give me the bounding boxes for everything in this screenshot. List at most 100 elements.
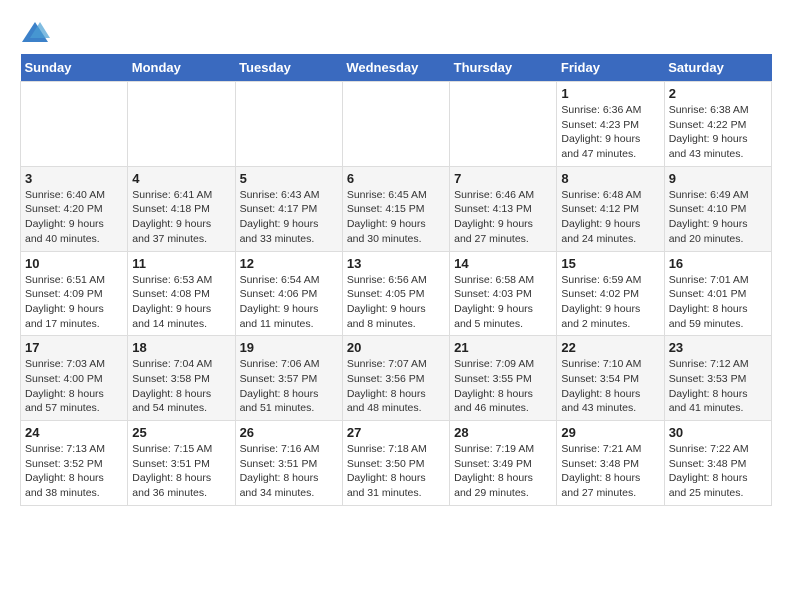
day-header-tuesday: Tuesday <box>235 54 342 82</box>
day-number: 18 <box>132 340 230 355</box>
day-info: Sunrise: 6:54 AMSunset: 4:06 PMDaylight:… <box>240 273 338 332</box>
calendar-cell: 16 Sunrise: 7:01 AMSunset: 4:01 PMDayligh… <box>664 251 771 336</box>
day-number: 4 <box>132 171 230 186</box>
calendar-cell <box>235 82 342 167</box>
day-number: 29 <box>561 425 659 440</box>
day-info: Sunrise: 6:36 AMSunset: 4:23 PMDaylight:… <box>561 103 659 162</box>
calendar-cell: 8 Sunrise: 6:48 AMSunset: 4:12 PMDaylight… <box>557 166 664 251</box>
day-info: Sunrise: 7:21 AMSunset: 3:48 PMDaylight:… <box>561 442 659 501</box>
calendar-cell: 2Sunrise: 6:38 AMSunset: 4:22 PMDaylight… <box>664 82 771 167</box>
day-info: Sunrise: 6:58 AMSunset: 4:03 PMDaylight:… <box>454 273 552 332</box>
calendar-cell: 10 Sunrise: 6:51 AMSunset: 4:09 PMDayligh… <box>21 251 128 336</box>
calendar-cell: 18 Sunrise: 7:04 AMSunset: 3:58 PMDayligh… <box>128 336 235 421</box>
calendar-header-row: SundayMondayTuesdayWednesdayThursdayFrid… <box>21 54 772 82</box>
day-number: 1 <box>561 86 659 101</box>
calendar-table: SundayMondayTuesdayWednesdayThursdayFrid… <box>20 54 772 506</box>
day-number: 6 <box>347 171 445 186</box>
week-row-5: 24 Sunrise: 7:13 AMSunset: 3:52 PMDayligh… <box>21 421 772 506</box>
day-info: Sunrise: 7:12 AMSunset: 3:53 PMDaylight:… <box>669 357 767 416</box>
day-info: Sunrise: 7:03 AMSunset: 4:00 PMDaylight:… <box>25 357 123 416</box>
day-number: 30 <box>669 425 767 440</box>
day-number: 13 <box>347 256 445 271</box>
day-number: 25 <box>132 425 230 440</box>
header <box>20 20 772 44</box>
calendar-cell: 21 Sunrise: 7:09 AMSunset: 3:55 PMDayligh… <box>450 336 557 421</box>
week-row-4: 17 Sunrise: 7:03 AMSunset: 4:00 PMDayligh… <box>21 336 772 421</box>
calendar-cell: 1 Sunrise: 6:36 AMSunset: 4:23 PMDaylight… <box>557 82 664 167</box>
day-info: Sunrise: 6:46 AMSunset: 4:13 PMDaylight:… <box>454 188 552 247</box>
calendar-cell: 20 Sunrise: 7:07 AMSunset: 3:56 PMDayligh… <box>342 336 449 421</box>
calendar-cell: 26Sunrise: 7:16 AMSunset: 3:51 PMDayligh… <box>235 421 342 506</box>
day-info: Sunrise: 7:04 AMSunset: 3:58 PMDaylight:… <box>132 357 230 416</box>
calendar-cell: 19 Sunrise: 7:06 AMSunset: 3:57 PMDayligh… <box>235 336 342 421</box>
day-info: Sunrise: 6:53 AMSunset: 4:08 PMDaylight:… <box>132 273 230 332</box>
calendar-cell: 15 Sunrise: 6:59 AMSunset: 4:02 PMDayligh… <box>557 251 664 336</box>
day-header-monday: Monday <box>128 54 235 82</box>
day-number: 19 <box>240 340 338 355</box>
day-info: Sunrise: 6:48 AMSunset: 4:12 PMDaylight:… <box>561 188 659 247</box>
day-info: Sunrise: 7:01 AMSunset: 4:01 PMDaylight:… <box>669 273 767 332</box>
calendar-cell: 17 Sunrise: 7:03 AMSunset: 4:00 PMDayligh… <box>21 336 128 421</box>
calendar-cell: 22 Sunrise: 7:10 AMSunset: 3:54 PMDayligh… <box>557 336 664 421</box>
day-number: 15 <box>561 256 659 271</box>
day-header-wednesday: Wednesday <box>342 54 449 82</box>
calendar-cell: 3Sunrise: 6:40 AMSunset: 4:20 PMDaylight… <box>21 166 128 251</box>
day-number: 12 <box>240 256 338 271</box>
calendar-cell: 12 Sunrise: 6:54 AMSunset: 4:06 PMDayligh… <box>235 251 342 336</box>
calendar-cell: 29 Sunrise: 7:21 AMSunset: 3:48 PMDayligh… <box>557 421 664 506</box>
calendar-cell: 7 Sunrise: 6:46 AMSunset: 4:13 PMDaylight… <box>450 166 557 251</box>
day-number: 23 <box>669 340 767 355</box>
day-info: Sunrise: 6:51 AMSunset: 4:09 PMDaylight:… <box>25 273 123 332</box>
day-info: Sunrise: 7:09 AMSunset: 3:55 PMDaylight:… <box>454 357 552 416</box>
day-number: 10 <box>25 256 123 271</box>
day-info: Sunrise: 7:22 AMSunset: 3:48 PMDaylight:… <box>669 442 767 501</box>
day-number: 22 <box>561 340 659 355</box>
day-info: Sunrise: 7:06 AMSunset: 3:57 PMDaylight:… <box>240 357 338 416</box>
week-row-3: 10 Sunrise: 6:51 AMSunset: 4:09 PMDayligh… <box>21 251 772 336</box>
day-number: 21 <box>454 340 552 355</box>
day-header-saturday: Saturday <box>664 54 771 82</box>
day-info: Sunrise: 7:07 AMSunset: 3:56 PMDaylight:… <box>347 357 445 416</box>
calendar-cell <box>450 82 557 167</box>
day-info: Sunrise: 7:15 AMSunset: 3:51 PMDaylight:… <box>132 442 230 501</box>
day-header-sunday: Sunday <box>21 54 128 82</box>
day-number: 28 <box>454 425 552 440</box>
day-info: Sunrise: 7:19 AMSunset: 3:49 PMDaylight:… <box>454 442 552 501</box>
logo-icon <box>20 20 50 44</box>
calendar-cell: 4 Sunrise: 6:41 AMSunset: 4:18 PMDaylight… <box>128 166 235 251</box>
calendar-cell: 5 Sunrise: 6:43 AMSunset: 4:17 PMDaylight… <box>235 166 342 251</box>
day-number: 17 <box>25 340 123 355</box>
calendar-cell: 14 Sunrise: 6:58 AMSunset: 4:03 PMDayligh… <box>450 251 557 336</box>
calendar-cell: 6Sunrise: 6:45 AMSunset: 4:15 PMDaylight… <box>342 166 449 251</box>
day-info: Sunrise: 6:59 AMSunset: 4:02 PMDaylight:… <box>561 273 659 332</box>
day-number: 16 <box>669 256 767 271</box>
day-number: 5 <box>240 171 338 186</box>
day-info: Sunrise: 7:10 AMSunset: 3:54 PMDaylight:… <box>561 357 659 416</box>
day-header-thursday: Thursday <box>450 54 557 82</box>
calendar-cell: 30 Sunrise: 7:22 AMSunset: 3:48 PMDayligh… <box>664 421 771 506</box>
day-number: 8 <box>561 171 659 186</box>
day-info: Sunrise: 7:13 AMSunset: 3:52 PMDaylight:… <box>25 442 123 501</box>
day-number: 27 <box>347 425 445 440</box>
day-info: Sunrise: 6:43 AMSunset: 4:17 PMDaylight:… <box>240 188 338 247</box>
day-number: 7 <box>454 171 552 186</box>
day-number: 9 <box>669 171 767 186</box>
calendar-cell <box>128 82 235 167</box>
day-number: 11 <box>132 256 230 271</box>
calendar-cell: 27 Sunrise: 7:18 AMSunset: 3:50 PMDayligh… <box>342 421 449 506</box>
day-info: Sunrise: 6:49 AMSunset: 4:10 PMDaylight:… <box>669 188 767 247</box>
calendar-cell: 13Sunrise: 6:56 AMSunset: 4:05 PMDayligh… <box>342 251 449 336</box>
day-info: Sunrise: 6:40 AMSunset: 4:20 PMDaylight:… <box>25 188 123 247</box>
day-info: Sunrise: 7:16 AMSunset: 3:51 PMDaylight:… <box>240 442 338 501</box>
calendar-cell <box>21 82 128 167</box>
day-number: 14 <box>454 256 552 271</box>
week-row-2: 3Sunrise: 6:40 AMSunset: 4:20 PMDaylight… <box>21 166 772 251</box>
day-info: Sunrise: 7:18 AMSunset: 3:50 PMDaylight:… <box>347 442 445 501</box>
day-number: 24 <box>25 425 123 440</box>
calendar-cell: 25 Sunrise: 7:15 AMSunset: 3:51 PMDayligh… <box>128 421 235 506</box>
day-info: Sunrise: 6:38 AMSunset: 4:22 PMDaylight:… <box>669 103 767 162</box>
day-number: 20 <box>347 340 445 355</box>
calendar-cell: 24 Sunrise: 7:13 AMSunset: 3:52 PMDayligh… <box>21 421 128 506</box>
logo <box>20 20 54 44</box>
day-info: Sunrise: 6:41 AMSunset: 4:18 PMDaylight:… <box>132 188 230 247</box>
